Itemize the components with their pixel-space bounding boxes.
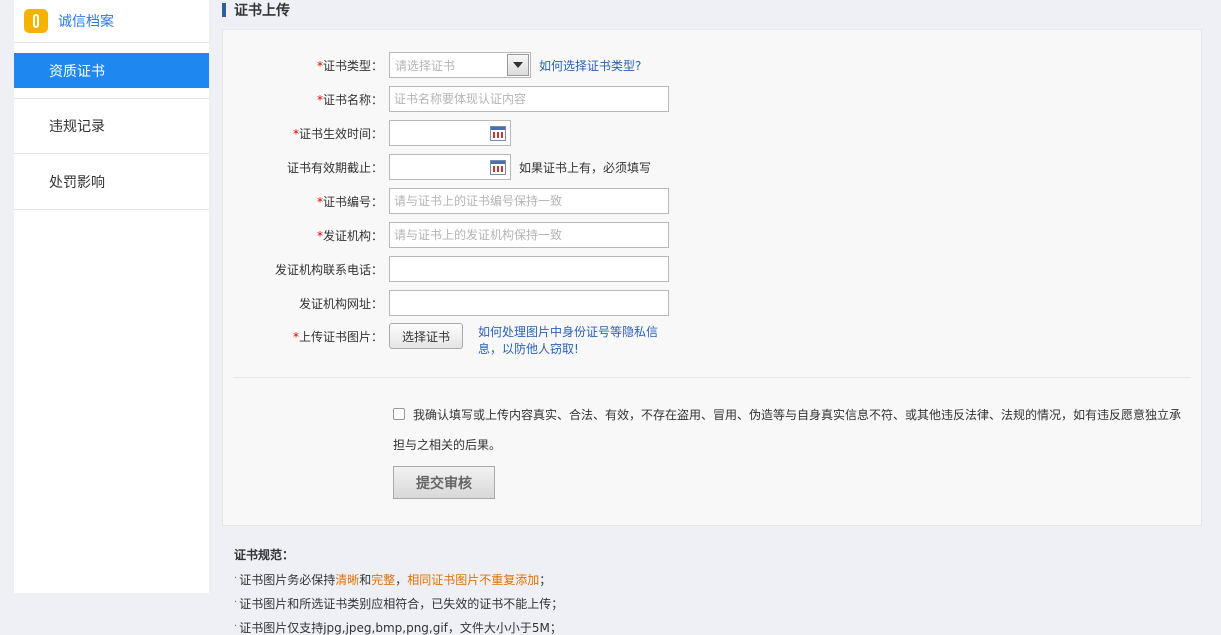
sidebar-item-penalties[interactable]: 处罚影响: [14, 154, 209, 210]
section-heading: 证书上传: [222, 0, 290, 20]
row-issuer-phone: 发证机构联系电话：: [223, 256, 669, 282]
spec-title: 证书规范：: [234, 548, 295, 562]
expiry-date-input[interactable]: [389, 154, 511, 180]
cert-type-help-link[interactable]: 如何选择证书类型?: [539, 57, 641, 74]
effective-date-label: *证书生效时间：: [292, 126, 383, 141]
cert-number-label: *证书编号：: [316, 194, 383, 209]
row-issuer: *发证机构：: [223, 222, 669, 248]
agreement-checkbox[interactable]: [393, 408, 405, 420]
heading-bar: [222, 3, 226, 17]
calendar-icon[interactable]: [490, 159, 506, 175]
spec-rule-2: · 证书图片和所选证书类别应相符合，已失效的证书不能上传；: [234, 597, 564, 611]
issuer-label: *发证机构：: [316, 228, 383, 243]
credit-file-icon: [24, 9, 48, 33]
chevron-down-icon[interactable]: [507, 54, 529, 76]
expiry-date-hint: 如果证书上有，必须填写: [519, 160, 652, 175]
row-cert-type: *证书类型： 请选择证书 如何选择证书类型?: [223, 52, 641, 78]
page-title: 证书上传: [234, 3, 290, 19]
sidebar-item-violations[interactable]: 违规记录: [14, 98, 209, 154]
agreement-text-line1: 我确认填写或上传内容真实、合法、有效，不存在盗用、冒用、伪造等与自身真实信息不符…: [413, 408, 1182, 422]
privacy-help-line2[interactable]: 息，以防他人窃取!: [478, 341, 658, 358]
divider: [233, 377, 1191, 378]
sidebar-header-label: 诚信档案: [58, 14, 114, 30]
upload-form: *证书类型： 请选择证书 如何选择证书类型? *证书名称： *证书生效时间： 证…: [222, 29, 1202, 526]
cert-spec: 证书规范： · 证书图片务必保持清晰和完整，相同证书图片不重复添加； · 证书图片和…: [234, 546, 563, 635]
cert-name-label: *证书名称：: [316, 92, 383, 107]
cert-type-placeholder: 请选择证书: [395, 58, 456, 73]
upload-label: *上传证书图片：: [292, 329, 383, 344]
issuer-site-label: 发证机构网址：: [298, 296, 383, 311]
issuer-site-input[interactable]: [389, 290, 669, 316]
privacy-help-link[interactable]: 如何处理图片中身份证号等隐私信 息，以防他人窃取!: [478, 324, 658, 358]
effective-date-input[interactable]: [389, 120, 511, 146]
spec-rule-3: · 证书图片仅支持jpg,jpeg,bmp,png,gif，文件大小小于5M；: [234, 621, 562, 635]
cert-name-input[interactable]: [389, 86, 669, 112]
sidebar-item-label: 违规记录: [49, 119, 105, 135]
row-upload: *上传证书图片： 选择证书 如何处理图片中身份证号等隐私信 息，以防他人窃取!: [223, 323, 658, 356]
sidebar-item-label: 处罚影响: [49, 174, 105, 191]
spec-rule-1: · 证书图片务必保持清晰和完整，相同证书图片不重复添加；: [234, 573, 552, 587]
row-cert-number: *证书编号：: [223, 188, 669, 214]
cert-type-label: *证书类型：: [316, 58, 383, 73]
issuer-phone-input[interactable]: [389, 256, 669, 282]
expiry-date-label: 证书有效期截止：: [286, 160, 383, 175]
issuer-phone-label: 发证机构联系电话：: [274, 262, 383, 277]
row-effective-date: *证书生效时间：: [223, 120, 511, 146]
agreement-text-line2: 担与之相关的后果。: [393, 438, 502, 452]
calendar-icon[interactable]: [490, 125, 506, 141]
submit-button[interactable]: 提交审核: [393, 466, 495, 499]
choose-cert-button[interactable]: 选择证书: [389, 323, 464, 349]
cert-type-select[interactable]: 请选择证书: [389, 52, 531, 78]
privacy-help-line1[interactable]: 如何处理图片中身份证号等隐私信: [478, 324, 658, 341]
row-issuer-site: 发证机构网址：: [223, 290, 669, 316]
issuer-input[interactable]: [389, 222, 669, 248]
sidebar: 诚信档案 资质证书 违规记录 处罚影响: [14, 0, 209, 593]
sidebar-item-qualification[interactable]: 资质证书: [14, 53, 209, 88]
agreement: 我确认填写或上传内容真实、合法、有效，不存在盗用、冒用、伪造等与自身真实信息不符…: [393, 400, 1193, 460]
sidebar-header[interactable]: 诚信档案: [14, 0, 209, 43]
row-expiry-date: 证书有效期截止： 如果证书上有，必须填写: [223, 154, 651, 180]
cert-number-input[interactable]: [389, 188, 669, 214]
sidebar-item-label: 资质证书: [49, 63, 105, 80]
row-cert-name: *证书名称：: [223, 86, 669, 112]
